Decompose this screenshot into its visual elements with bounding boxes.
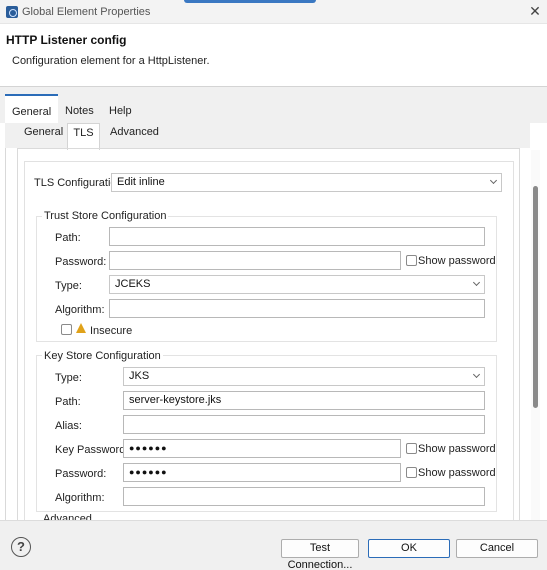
test-connection-button[interactable]: Test Connection... <box>281 539 359 570</box>
dialog-description: Configuration element for a HttpListener… <box>12 55 210 67</box>
tls-config-select[interactable]: Edit inline <box>111 173 502 192</box>
key-password-label: Key Password: <box>55 444 129 456</box>
scrollbar-thumb[interactable] <box>533 186 538 408</box>
trust-algorithm-input[interactable] <box>109 299 485 318</box>
help-icon[interactable]: ? <box>11 537 31 557</box>
trust-type-label: Type: <box>55 280 82 292</box>
key-type-select[interactable]: JKS <box>123 367 485 386</box>
trust-type-value: JCEKS <box>115 278 151 290</box>
key-algorithm-label: Algorithm: <box>55 492 105 504</box>
key-password-input[interactable]: ●●●●●● <box>123 439 401 458</box>
key-path-input[interactable]: server-keystore.jks <box>123 391 485 410</box>
key-algorithm-input[interactable] <box>123 487 485 506</box>
trust-show-password-label: Show password <box>418 255 496 267</box>
tab-general[interactable]: General <box>5 94 59 123</box>
trust-algorithm-label: Algorithm: <box>55 304 105 316</box>
keystore-show-password-label: Show password <box>418 467 496 479</box>
key-type-value: JKS <box>129 370 150 382</box>
window-title: Global Element Properties <box>22 6 151 18</box>
tab-help[interactable]: Help <box>102 96 139 123</box>
key-path-label: Path: <box>55 396 81 408</box>
key-alias-input[interactable] <box>123 415 485 434</box>
trust-store-title: Trust Store Configuration <box>42 210 169 222</box>
trust-show-password-checkbox[interactable] <box>406 255 417 266</box>
warning-icon <box>76 323 86 333</box>
dialog-title: HTTP Listener config <box>6 33 127 47</box>
trust-type-select[interactable]: JCEKS <box>109 275 485 294</box>
trust-password-label: Password: <box>55 256 107 268</box>
tab-notes[interactable]: Notes <box>58 96 101 123</box>
key-show-password-label: Show password <box>418 443 496 455</box>
tls-config-label: TLS Configuration <box>34 177 123 189</box>
key-show-password-checkbox[interactable] <box>406 443 417 454</box>
subtab-general[interactable]: General <box>24 126 63 148</box>
chevron-down-icon <box>472 278 481 287</box>
ok-button[interactable]: OK <box>368 539 450 558</box>
trust-path-input[interactable] <box>109 227 485 246</box>
trust-path-label: Path: <box>55 232 81 244</box>
chevron-down-icon <box>489 176 498 185</box>
cancel-button[interactable]: Cancel <box>456 539 538 558</box>
keystore-password-input[interactable]: ●●●●●● <box>123 463 401 482</box>
key-type-label: Type: <box>55 372 82 384</box>
trust-password-input[interactable] <box>109 251 401 270</box>
tls-config-value: Edit inline <box>117 176 165 188</box>
keystore-show-password-checkbox[interactable] <box>406 467 417 478</box>
insecure-checkbox[interactable] <box>61 324 72 335</box>
insecure-label: Insecure <box>90 325 133 337</box>
key-alias-label: Alias: <box>55 420 82 432</box>
keystore-password-label: Password: <box>55 468 107 480</box>
app-icon <box>6 6 18 18</box>
close-icon[interactable]: ✕ <box>526 2 544 20</box>
key-store-title: Key Store Configuration <box>42 350 163 362</box>
chevron-down-icon <box>472 370 481 379</box>
subtab-tls[interactable]: TLS <box>67 123 100 150</box>
window-accent-bar <box>184 0 316 3</box>
advanced-section-title: Advanced <box>43 513 92 520</box>
subtab-advanced[interactable]: Advanced <box>110 126 159 148</box>
